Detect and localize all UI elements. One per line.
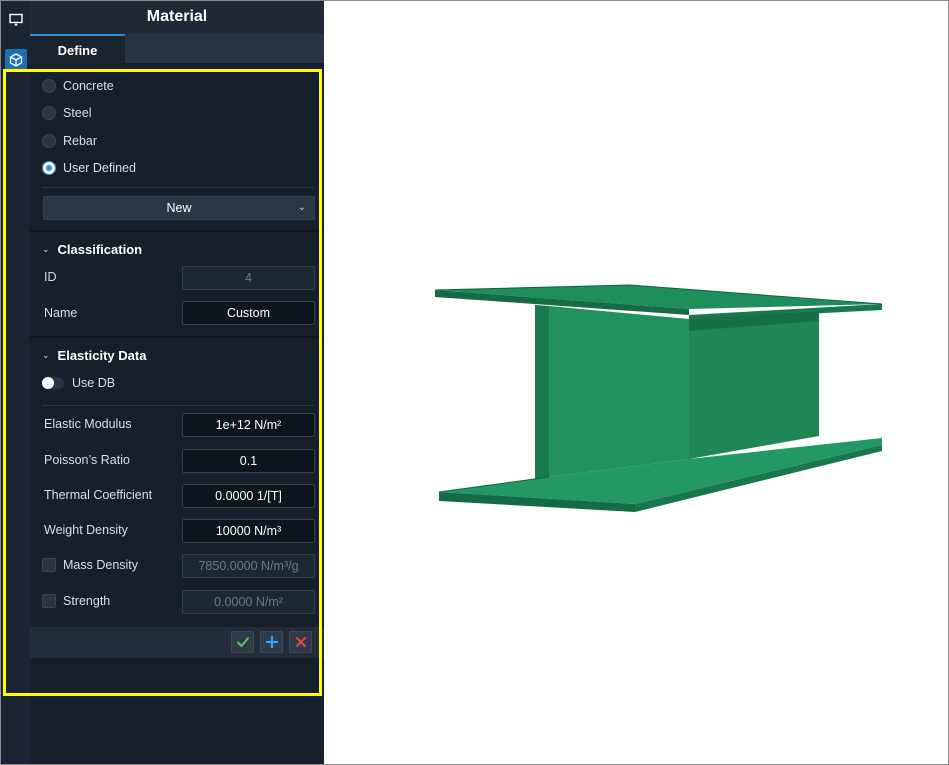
id-field: 4 bbox=[182, 266, 315, 290]
mass-density-checkbox[interactable] bbox=[42, 558, 56, 572]
section-divider bbox=[30, 230, 324, 232]
radio-label: Concrete bbox=[63, 79, 114, 93]
confirm-button[interactable] bbox=[231, 631, 254, 653]
radio-label: Steel bbox=[63, 106, 92, 120]
toggle-switch[interactable] bbox=[42, 377, 64, 389]
poisson-ratio-field[interactable]: 0.1 bbox=[182, 449, 315, 473]
section-divider bbox=[30, 336, 324, 338]
i-beam-model bbox=[434, 284, 883, 512]
use-db-toggle[interactable]: Use DB bbox=[42, 376, 115, 390]
radio-concrete[interactable]: Concrete bbox=[42, 76, 114, 96]
add-button[interactable] bbox=[260, 631, 283, 653]
classification-header[interactable]: ⌄ Classification bbox=[42, 240, 142, 258]
action-bar bbox=[30, 627, 324, 658]
strength-row[interactable]: Strength bbox=[42, 594, 110, 608]
mass-density-label: Mass Density bbox=[63, 558, 139, 572]
divider bbox=[42, 187, 314, 188]
elastic-modulus-label: Elastic Modulus bbox=[44, 417, 132, 431]
cube-icon[interactable] bbox=[5, 49, 27, 71]
elastic-modulus-field[interactable]: 1e+12 N/m² bbox=[182, 413, 315, 437]
panel-title: Material bbox=[30, 1, 324, 34]
radio-steel[interactable]: Steel bbox=[42, 103, 92, 123]
elasticity-header[interactable]: ⌄ Elasticity Data bbox=[42, 346, 146, 364]
material-panel: Material Define Concrete Steel Rebar Use… bbox=[30, 1, 324, 764]
3d-viewport[interactable] bbox=[325, 1, 948, 764]
strength-checkbox[interactable] bbox=[42, 594, 56, 608]
poisson-ratio-label: Poisson’s Ratio bbox=[44, 453, 130, 467]
plus-icon bbox=[265, 636, 278, 648]
material-select[interactable]: New ⌄ bbox=[43, 196, 315, 220]
mass-density-field: 7850.0000 N/m³/g bbox=[182, 554, 315, 578]
check-icon bbox=[236, 636, 249, 648]
strength-label: Strength bbox=[63, 594, 111, 608]
section-title: Classification bbox=[57, 241, 143, 257]
toggle-label: Use DB bbox=[72, 376, 116, 390]
panel-content: Concrete Steel Rebar User Defined New ⌄ … bbox=[30, 63, 324, 764]
radio-label: User Defined bbox=[63, 161, 136, 175]
name-field[interactable]: Custom bbox=[182, 301, 315, 325]
radio-button[interactable] bbox=[42, 106, 56, 120]
mass-density-row[interactable]: Mass Density bbox=[42, 558, 138, 572]
close-icon bbox=[295, 636, 306, 648]
section-title: Elasticity Data bbox=[57, 347, 147, 363]
tab-define[interactable]: Define bbox=[30, 34, 125, 63]
thermal-coefficient-field[interactable]: 0.0000 1/[T] bbox=[182, 484, 315, 508]
screen-icon[interactable] bbox=[5, 9, 27, 31]
weight-density-label: Weight Density bbox=[44, 523, 128, 537]
strength-field: 0.0000 N/m² bbox=[182, 590, 315, 614]
radio-button[interactable] bbox=[42, 79, 56, 93]
icon-rail bbox=[1, 1, 30, 764]
radio-label: Rebar bbox=[63, 134, 98, 148]
radio-user-defined[interactable]: User Defined bbox=[42, 158, 136, 178]
tab-bar: Define bbox=[30, 34, 324, 63]
divider bbox=[42, 405, 314, 406]
id-label: ID bbox=[44, 270, 57, 284]
radio-button[interactable] bbox=[42, 134, 56, 148]
thermal-coefficient-label: Thermal Coefficient bbox=[44, 488, 153, 502]
weight-density-field[interactable]: 10000 N/m³ bbox=[182, 519, 315, 543]
chevron-down-icon: ⌄ bbox=[297, 202, 306, 213]
chevron-down-icon: ⌄ bbox=[42, 349, 50, 360]
delete-button[interactable] bbox=[289, 631, 312, 653]
chevron-down-icon: ⌄ bbox=[42, 243, 50, 254]
radio-rebar[interactable]: Rebar bbox=[42, 131, 97, 151]
radio-button-selected[interactable] bbox=[42, 161, 56, 175]
name-label: Name bbox=[44, 306, 78, 320]
select-value: New bbox=[166, 201, 192, 215]
